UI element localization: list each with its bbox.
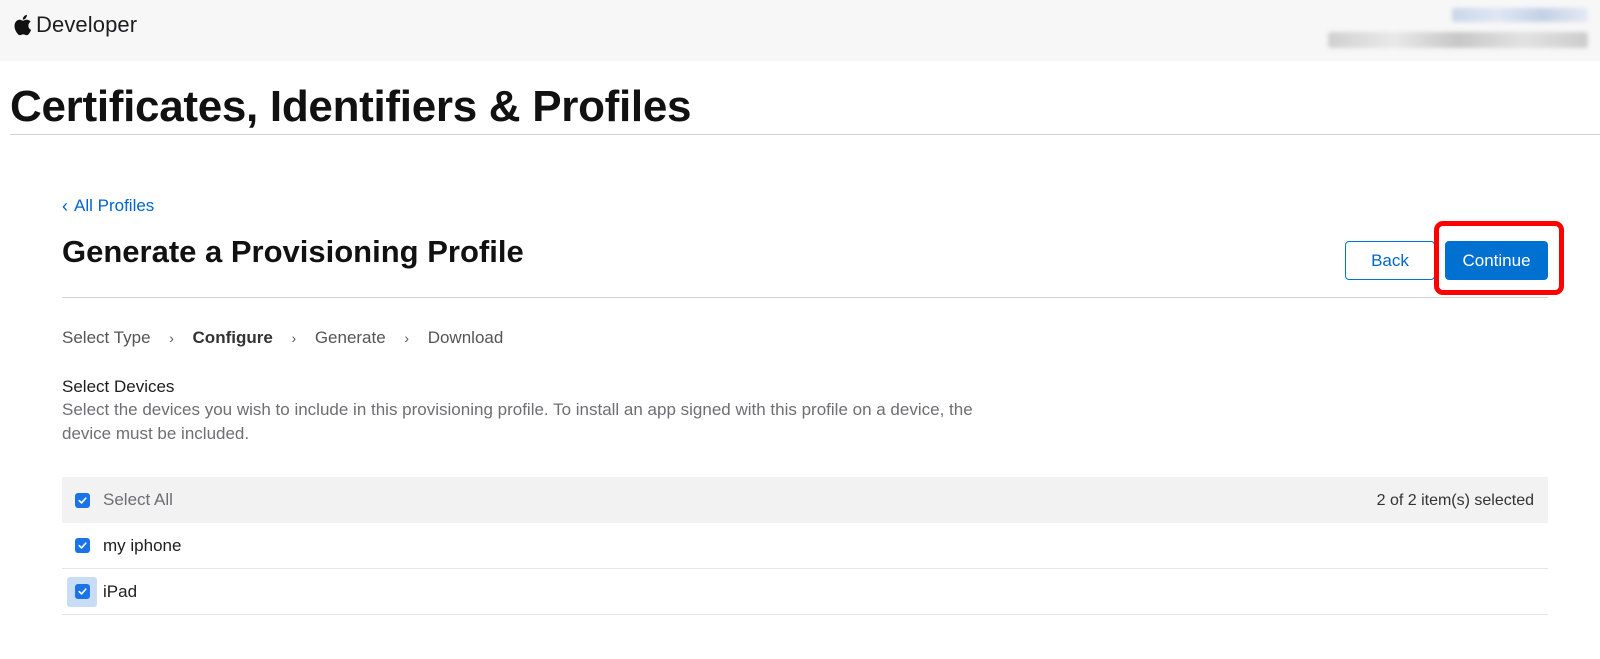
step-select-type: Select Type [62,328,151,347]
apple-logo-icon [12,13,32,37]
back-button[interactable]: Back [1345,241,1435,280]
checkmark-icon [74,538,90,553]
developer-home-link[interactable]: Developer [12,12,137,38]
step-generate: Generate [314,328,386,347]
selected-count: 2 of 2 item(s) selected [1376,492,1534,509]
step-download: Download [427,328,504,347]
step-indicator: Select Type › Configure › Generate › Dow… [62,328,503,348]
continue-button[interactable]: Continue [1445,241,1548,280]
device-checkbox[interactable] [67,576,97,607]
devices-table-header: Select All 2 of 2 item(s) selected [62,477,1548,523]
device-name: my iphone [103,535,182,555]
title-divider [10,134,1600,135]
checkmark-icon [74,584,90,599]
all-profiles-label: All Profiles [74,196,155,215]
chevron-left-icon: ‹ [62,196,68,216]
account-team-redacted [1328,32,1588,48]
all-profiles-link[interactable]: ‹ All Profiles [62,196,154,216]
devices-table: Select All 2 of 2 item(s) selected my ip… [62,477,1548,615]
select-devices-description: Select the devices you wish to include i… [62,400,973,443]
global-header: Developer [0,0,1600,61]
chevron-right-icon: › [169,330,174,346]
select-devices-heading: Select Devices [62,377,175,396]
section-divider [62,297,1548,298]
chevron-right-icon: › [291,330,297,346]
device-row[interactable]: my iphone [62,523,1548,569]
section-title: Generate a Provisioning Profile [62,234,524,269]
account-name-redacted [1452,8,1588,22]
brand-name: Developer [36,12,138,37]
checkmark-icon [74,492,90,508]
device-name: iPad [103,581,138,601]
page-title: Certificates, Identifiers & Profiles [10,82,692,131]
select-all-checkbox[interactable] [67,485,97,515]
select-all-label: Select All [103,490,173,509]
chevron-right-icon: › [404,330,410,346]
device-checkbox[interactable] [67,531,97,561]
step-configure: Configure [192,328,273,347]
device-row[interactable]: iPad [62,569,1548,615]
